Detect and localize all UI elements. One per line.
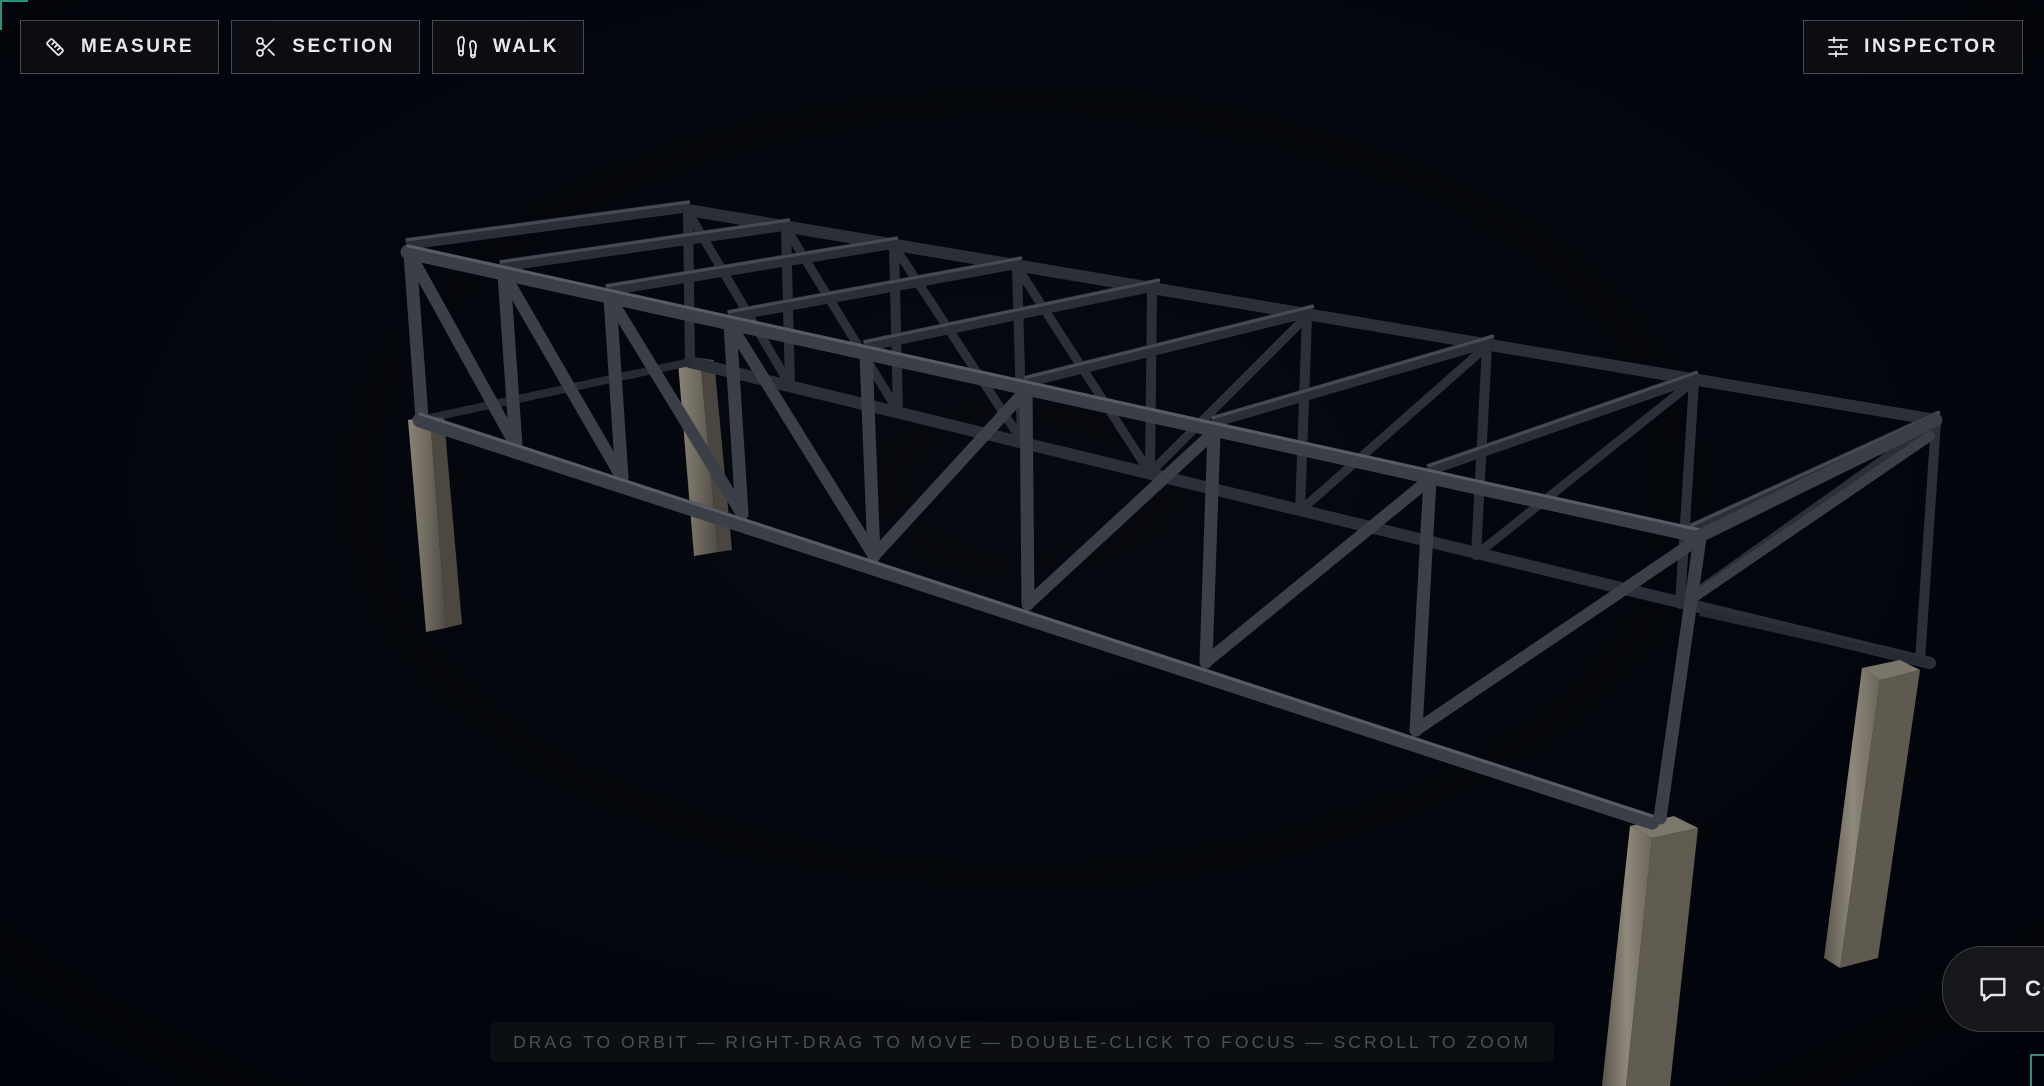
tool-toolbar: MEASURE SECTION WALK	[20, 20, 585, 74]
inspector-label: INSPECTOR	[1864, 36, 1998, 57]
inspector-button[interactable]: INSPECTOR	[1803, 20, 2023, 74]
ruler-icon	[46, 38, 64, 56]
navigation-hint-text: DRAG TO ORBIT — RIGHT-DRAG TO MOVE — DOU…	[513, 1031, 1531, 1052]
comment-label: CO	[2025, 976, 2044, 1001]
3d-viewport[interactable]: MEASURE SECTION WALK INSPECTOR DRAG TO O…	[0, 0, 2044, 1086]
viewport-corner-marker-bottom	[2030, 1054, 2044, 1086]
front-truss	[400, 244, 1708, 830]
navigation-hint: DRAG TO ORBIT — RIGHT-DRAG TO MOVE — DOU…	[490, 1022, 1554, 1062]
section-button[interactable]: SECTION	[231, 20, 420, 74]
floor-ties	[419, 358, 1931, 667]
concrete-column-front-right	[1602, 816, 1698, 1086]
walk-label: WALK	[492, 36, 560, 57]
footsteps-icon	[456, 36, 477, 59]
section-label: SECTION	[292, 36, 395, 57]
truss-model[interactable]	[0, 0, 2044, 1086]
concrete-column-left	[408, 416, 462, 632]
measure-button[interactable]: MEASURE	[20, 20, 220, 74]
scissors-icon	[256, 37, 276, 57]
chat-bubble-icon	[1980, 977, 2006, 1002]
measure-label: MEASURE	[81, 36, 195, 57]
concrete-column-back-right	[1824, 660, 1920, 968]
comment-button[interactable]: CO	[1942, 946, 2044, 1032]
walk-button[interactable]: WALK	[431, 20, 585, 74]
sliders-icon	[1828, 36, 1848, 58]
